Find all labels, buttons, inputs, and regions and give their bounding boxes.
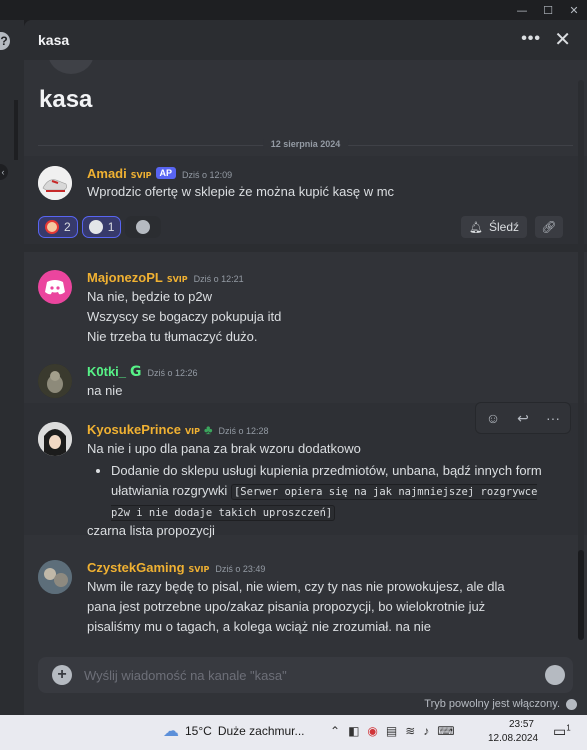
message-composer: +	[38, 657, 573, 693]
clover-icon: ♣	[203, 422, 213, 437]
message-text: Nwm ile razy będę to pisal, nie wiem, cz…	[87, 579, 505, 634]
username[interactable]: CzystekGaming SVIP Dziś o 23:49	[87, 560, 265, 575]
window-controls: — ☐ ✕	[509, 0, 587, 20]
emoji-icon[interactable]	[545, 665, 565, 685]
avatar[interactable]	[38, 560, 72, 594]
link-icon: 🔗︎	[541, 220, 557, 234]
channel-sidebar-edge: ? ‹	[0, 20, 24, 715]
record-icon[interactable]: ◉	[367, 724, 377, 738]
timestamp: Dziś o 12:28	[218, 426, 269, 436]
windows-taskbar: ☁ 15°C Duże zachmur... ⌃ ◧ ◉ ▤ ≋ ♪ ⌨ 23:…	[0, 715, 587, 750]
avatar[interactable]	[38, 422, 72, 456]
chevron-left-icon[interactable]: ‹	[0, 164, 8, 180]
bell-icon: 🔔︎	[469, 221, 483, 234]
thread-title: kasa	[39, 86, 93, 113]
add-reaction-button[interactable]	[125, 216, 162, 238]
system-tray: ⌃ ◧ ◉ ▤ ≋ ♪ ⌨	[330, 724, 455, 738]
skull-icon	[88, 220, 103, 234]
more-options-icon[interactable]: ···	[542, 407, 564, 429]
message-text: Na nie, będzie to p2w Wszyscy se bogaczy…	[87, 289, 282, 344]
taskbar-clock[interactable]: 23:57 12.08.2024	[488, 718, 538, 746]
thread-panel: kasa ••• ✕ kasa 12 sierpnia 2024 Amadi SV…	[24, 20, 587, 715]
user-tag: SVIP	[130, 171, 152, 180]
user-tag: SVIP	[166, 275, 188, 284]
notification-icon[interactable]: ▭1	[553, 723, 571, 740]
reply-icon[interactable]: ↩	[512, 407, 534, 429]
timestamp: Dziś o 12:21	[193, 274, 244, 284]
message-text: czarna lista propozycji	[87, 523, 215, 538]
weather-widget[interactable]: ☁ 15°C Duże zachmur...	[163, 721, 305, 741]
clown-face-icon	[45, 220, 59, 234]
thread-header-title: kasa	[38, 32, 70, 48]
list-item: Dodanie do sklepu usługi kupienia przedm…	[111, 461, 549, 523]
close-icon[interactable]: ✕	[554, 27, 571, 51]
maximize-button[interactable]: ☐	[535, 0, 561, 20]
app-icon[interactable]: ◧	[348, 724, 359, 738]
user-tag: G	[130, 364, 142, 380]
timer-icon	[566, 698, 577, 710]
discord-logo-icon	[45, 280, 65, 295]
message-toolbar: ☺ ↩ ···	[475, 402, 571, 434]
help-icon[interactable]: ?	[0, 32, 10, 50]
reaction-clown[interactable]: 2	[38, 216, 78, 238]
reactions-bar: 2 1	[38, 216, 162, 238]
starter-separator	[24, 244, 587, 252]
volume-icon[interactable]: ♪	[423, 724, 429, 738]
user-tag: SVIP	[188, 565, 210, 574]
more-options-icon[interactable]: •••	[521, 30, 541, 48]
username[interactable]: K0tki_ G Dziś o 12:26	[87, 364, 198, 380]
minimize-button[interactable]: —	[509, 0, 535, 20]
follow-button[interactable]: 🔔︎ Śledź	[461, 216, 527, 238]
network-icon[interactable]: ▤	[386, 724, 397, 738]
avatar[interactable]	[38, 364, 72, 398]
message-text: na nie	[87, 383, 123, 398]
username[interactable]: MajonezoPL SVIP Dziś o 12:21	[87, 270, 244, 285]
timestamp: Dziś o 23:49	[215, 564, 266, 574]
slowmode-notice: Tryb powolny jest włączony.	[424, 698, 577, 710]
avatar[interactable]	[38, 166, 72, 200]
smiley-icon	[136, 220, 151, 234]
thread-header: kasa ••• ✕	[24, 20, 587, 60]
plus-icon[interactable]: +	[52, 665, 72, 685]
scroll-indicator	[14, 100, 18, 160]
timestamp: Dziś o 12:09	[182, 170, 233, 180]
scrollbar[interactable]	[578, 80, 584, 640]
window-close-button[interactable]: ✕	[561, 0, 587, 20]
date-divider-label: 12 sierpnia 2024	[262, 139, 349, 149]
message-input[interactable]	[84, 665, 514, 685]
timestamp: Dziś o 12:26	[147, 368, 198, 378]
message-text: Wprodzic ofertę w sklepie że można kupić…	[87, 184, 395, 199]
user-tag: VIP	[184, 427, 200, 436]
copy-link-button[interactable]: 🔗︎	[535, 216, 563, 238]
role-badge: AP	[155, 167, 177, 179]
reaction-skull[interactable]: 1	[81, 216, 122, 238]
chevron-up-icon[interactable]: ⌃	[330, 724, 340, 738]
message-text: Na nie i upo dla pana za brak wzoru doda…	[87, 441, 361, 456]
scrollbar-thumb[interactable]	[578, 550, 584, 640]
cloud-icon: ☁	[163, 723, 179, 740]
keyboard-icon[interactable]: ⌨	[437, 724, 454, 738]
username[interactable]: Amadi SVIP AP Dziś o 12:09	[87, 166, 232, 181]
add-reaction-icon[interactable]: ☺	[482, 407, 504, 429]
username[interactable]: KyosukePrince VIP ♣ Dziś o 12:28	[87, 422, 269, 437]
wifi-icon[interactable]: ≋	[405, 724, 415, 738]
message-bullet-list: Dodanie do sklepu usługi kupienia przedm…	[99, 461, 549, 523]
avatar[interactable]	[38, 270, 72, 304]
